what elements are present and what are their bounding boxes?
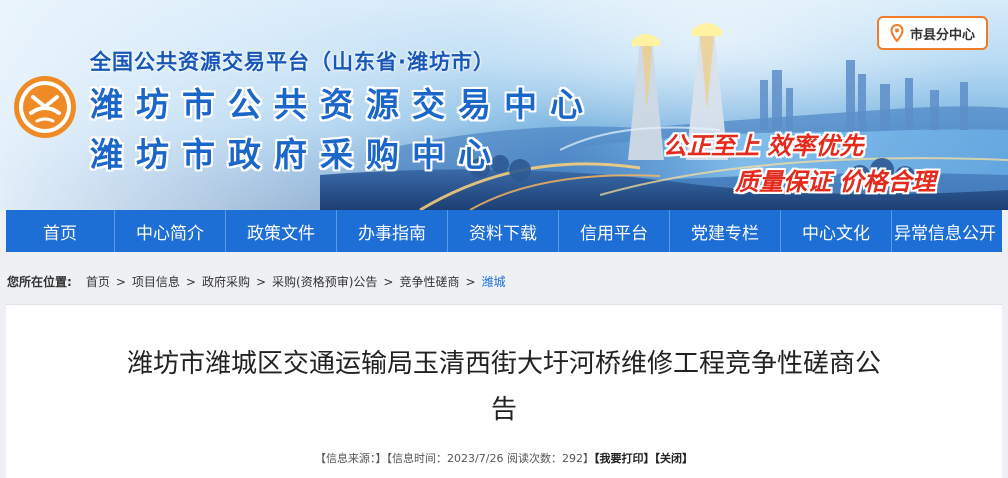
meta-time: 【信息时间：2023/7/26 阅读次数：292】 <box>386 452 594 465</box>
center-title: 潍坊市公共资源交易中心 <box>90 85 596 124</box>
nav-home[interactable]: 首页 <box>6 210 115 252</box>
city-branch-button[interactable]: 市县分中心 <box>877 16 988 50</box>
article-meta: 【信息来源：】【信息时间：2023/7/26 阅读次数：292】【我要打印】【关… <box>6 450 1002 466</box>
nav-party[interactable]: 党建专栏 <box>670 210 781 252</box>
breadcrumb-separator: > <box>465 274 476 289</box>
nav-culture[interactable]: 中心文化 <box>781 210 892 252</box>
breadcrumb-separator: > <box>255 274 267 289</box>
main-nav: 首页 中心简介 政策文件 办事指南 资料下载 信用平台 党建专栏 中心文化 异常… <box>6 210 1002 252</box>
nav-policy[interactable]: 政策文件 <box>226 210 337 252</box>
breadcrumb-gov-procurement[interactable]: 政府采购 <box>202 273 250 290</box>
nav-abnormal-info[interactable]: 异常信息公开 <box>892 210 1003 252</box>
breadcrumb-separator: > <box>185 274 196 289</box>
slogan-fairness: 公正至上 效率优先 <box>663 132 864 160</box>
banner-title-block: 全国公共资源交易平台（山东省·潍坊市） 潍坊市公共资源交易中心 潍坊市政府采购中… <box>90 46 596 176</box>
breadcrumb-label: 您所在位置: <box>7 275 72 289</box>
print-link[interactable]: 【我要打印】 <box>594 452 655 465</box>
breadcrumb: 您所在位置: 首页 > 项目信息 > 政府采购 > 采购(资格预审)公告 > 竞… <box>7 273 506 290</box>
breadcrumb-separator: > <box>115 274 126 289</box>
article-title-line1: 潍坊市潍城区交通运输局玉清西街大圩河桥维修工程竞争性磋商公 <box>126 349 881 379</box>
platform-title: 全国公共资源交易平台（山东省·潍坊市） <box>90 50 495 74</box>
nav-about[interactable]: 中心简介 <box>115 210 226 252</box>
meta-source: 【信息来源：】 <box>315 452 387 465</box>
breadcrumb-project-info[interactable]: 项目信息 <box>132 273 180 290</box>
center-logo-icon <box>14 76 76 138</box>
location-pin-icon <box>890 24 904 42</box>
nav-downloads[interactable]: 资料下载 <box>448 210 559 252</box>
procurement-center-title: 潍坊市政府采购中心 <box>90 135 504 174</box>
header-banner: 全国公共资源交易平台（山东省·潍坊市） 潍坊市公共资源交易中心 潍坊市政府采购中… <box>0 0 1008 210</box>
slogan-quality: 质量保证 价格合理 <box>735 168 936 196</box>
article-title-line2: 告 <box>490 395 517 425</box>
close-link[interactable]: 【关闭】 <box>654 452 693 465</box>
article-panel: 潍坊市潍城区交通运输局玉清西街大圩河桥维修工程竞争性磋商公 告 【信息来源：】【… <box>6 304 1002 478</box>
breadcrumb-procurement-notice[interactable]: 采购(资格预审)公告 <box>272 273 377 290</box>
article-title: 潍坊市潍城区交通运输局玉清西街大圩河桥维修工程竞争性磋商公 告 <box>6 341 1002 433</box>
breadcrumb-current[interactable]: 潍城 <box>482 273 506 290</box>
nav-credit[interactable]: 信用平台 <box>559 210 670 252</box>
breadcrumb-home[interactable]: 首页 <box>86 273 110 290</box>
breadcrumb-competitive-negotiation[interactable]: 竞争性磋商 <box>399 273 459 290</box>
nav-guide[interactable]: 办事指南 <box>337 210 448 252</box>
breadcrumb-separator: > <box>383 274 394 289</box>
city-branch-label: 市县分中心 <box>909 27 975 43</box>
